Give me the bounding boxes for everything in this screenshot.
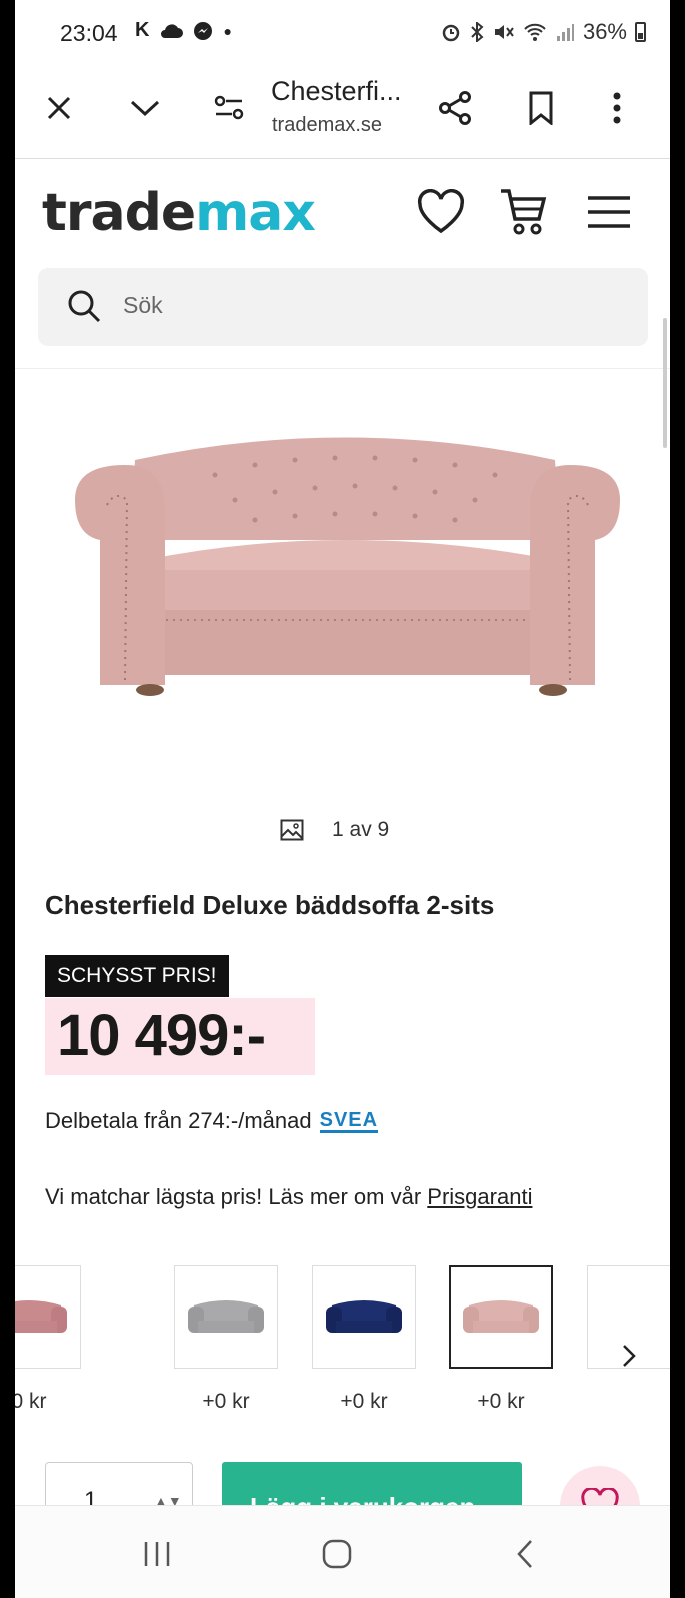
svea-logo[interactable]: SVEA (319, 1110, 379, 1133)
variant-carousel: 0 kr +0 kr +0 kr +0 kr (15, 1265, 670, 1425)
mute-icon (494, 25, 514, 39)
installment-text: Delbetala från 274:-/månad (45, 1108, 312, 1133)
product-title: Chesterfield Deluxe bäddsoffa 2-sits (45, 890, 495, 920)
recent-apps-icon[interactable] (137, 1534, 177, 1574)
product-image[interactable] (55, 420, 640, 710)
product-price: 10 499:- (57, 1003, 266, 1068)
chevron-down-icon[interactable] (123, 86, 167, 130)
gallery-position: 1 av 9 (332, 818, 390, 841)
menu-icon[interactable] (583, 186, 635, 238)
back-icon[interactable] (505, 1534, 545, 1574)
price-badge: SCHYSST PRIS! (45, 955, 229, 997)
signal-icon (556, 24, 574, 41)
search-placeholder: Sök (123, 292, 163, 318)
battery-percent: 36% (582, 19, 627, 44)
wifi-icon (524, 23, 546, 41)
dot-icon: ● (223, 22, 232, 39)
scrollbar[interactable] (663, 318, 667, 448)
battery-icon (635, 22, 646, 42)
search-input[interactable]: Sök (38, 268, 648, 346)
price-guarantee-link[interactable]: Prisgaranti (427, 1184, 532, 1209)
search-icon (66, 288, 102, 329)
cart-icon[interactable] (497, 186, 549, 238)
price-match-text: Vi matchar lägsta pris! Läs mer om vår (45, 1184, 422, 1209)
variant-price: +0 kr (340, 1390, 388, 1413)
phone-screen: 23:04 K ● 36% Chesterfi... trademax.se t… (15, 0, 670, 1598)
bluetooth-icon (471, 22, 484, 42)
messenger-icon (194, 21, 213, 40)
variant-swatch-pink-light[interactable] (449, 1265, 553, 1369)
variant-swatch-grey[interactable] (174, 1265, 278, 1369)
trademax-logo[interactable]: trademax (42, 183, 316, 243)
more-options-icon[interactable] (595, 86, 639, 130)
status-bar: 23:04 K ● 36% (15, 0, 670, 62)
share-icon[interactable] (433, 86, 477, 130)
site-settings-icon[interactable] (207, 86, 251, 130)
status-right-icons: 36% (441, 19, 646, 45)
variant-swatch-blue[interactable] (312, 1265, 416, 1369)
close-icon[interactable] (37, 86, 81, 130)
page-title: Chesterfi... (271, 76, 402, 106)
browser-toolbar: Chesterfi... trademax.se (15, 62, 670, 159)
system-nav-bar (15, 1505, 670, 1598)
cloud-icon (161, 23, 184, 38)
home-icon[interactable] (317, 1534, 357, 1574)
price-match-info: Vi matchar lägsta pris! Läs mer om vår P… (45, 1184, 532, 1210)
page-domain: trademax.se (272, 114, 383, 136)
alarm-icon (442, 24, 460, 42)
variant-price: 0 kr (15, 1390, 47, 1413)
price-box: 10 499:- (45, 998, 315, 1075)
bookmark-icon[interactable] (519, 86, 563, 130)
header-divider (15, 368, 670, 369)
image-icon (280, 819, 304, 841)
variant-swatch-pink-dark[interactable] (15, 1265, 81, 1369)
chevron-right-icon[interactable] (613, 1340, 645, 1372)
variant-price: +0 kr (477, 1390, 525, 1413)
heart-icon[interactable] (415, 186, 467, 238)
variant-price: +0 kr (202, 1390, 250, 1413)
status-time: 23:04 (60, 20, 118, 46)
k-icon: K (135, 19, 150, 41)
installment-info: Delbetala från 274:-/månad SVEA (45, 1108, 379, 1134)
gallery-counter[interactable]: 1 av 9 (280, 818, 389, 842)
site-header: trademax (15, 158, 670, 258)
status-left-icons: K ● (135, 19, 232, 42)
